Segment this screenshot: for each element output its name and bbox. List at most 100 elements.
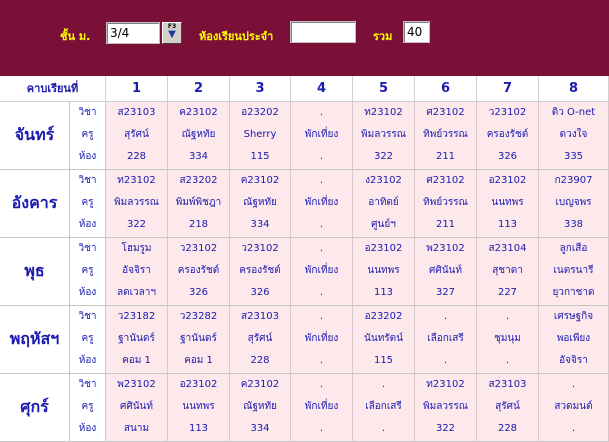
timetable-cell[interactable]: ท23102 พิมลวรรณ 322 [106,170,168,238]
timetable-cell[interactable]: . พักเที่ยง. [291,170,353,238]
timetable-cell[interactable]: . สวดมนต์. [539,374,609,442]
cell-subject: โฮมรูม [121,243,152,254]
timetable-grid: คาบเรียนที่ 1 2 3 4 5 6 7 8 จันทร์ วิชา ครู ห้อง ส231… [0,76,609,442]
timetable-cell[interactable]: โฮมรูม อัจจิรา ลดเวลาฯ [106,238,168,306]
cell-teacher: พักเที่ยง [304,197,339,208]
timetable-cell[interactable]: ส23103 สุรัศน์ 228 [230,306,291,374]
cell-teacher: ดวงใจ [559,129,588,140]
cell-room: 322 [126,219,147,230]
row-labels: วิชา ครู ห้อง [70,102,106,170]
total-field: 40 [403,21,430,43]
cell-subject: ส23202 [179,175,218,186]
timetable-cell[interactable]: ลูกเสือ เนตรนารี ยุวกาชาด [539,238,609,306]
cell-room: 113 [497,219,518,230]
row-label: ห้อง [78,355,97,366]
timetable-cell[interactable]: . ชุมนุม. [477,306,539,374]
cell-subject: ค23102 [240,175,280,186]
cell-teacher: นันทรัตน์ [364,333,403,344]
timetable-cell[interactable]: . พักเที่ยง. [291,306,353,374]
cell-room: 228 [497,423,518,434]
timetable-cell[interactable]: . พักเที่ยง. [291,102,353,170]
cell-teacher: ศศินันท์ [429,265,462,276]
cell-teacher: ฐานันดร์ [180,333,217,344]
cell-subject: ว23282 [179,311,218,322]
class-label: ชั้น ม. [60,30,91,43]
timetable-cell[interactable]: ส23104 สุชาดา 227 [477,238,539,306]
day-label: อังคาร [0,170,70,238]
row-label: วิชา [78,311,97,322]
timetable-cell[interactable]: . เลือกเสรี. [353,374,415,442]
row-label: วิชา [78,175,97,186]
timetable-cell[interactable]: . เลือกเสรี. [415,306,477,374]
timetable-cell[interactable]: อ23202 นันทรัตน์ 115 [353,306,415,374]
timetable-cell[interactable]: อ23202 Sherry 115 [230,102,291,170]
timetable-cell[interactable]: ส23103 สุรัศน์ 228 [477,374,539,442]
timetable-cell[interactable]: ว23182 ฐานันดร์ คอม 1 [106,306,168,374]
timetable-cell[interactable]: ค23102 ณัฐหทัย 334 [168,102,230,170]
cell-teacher: เลือกเสรี [365,401,402,412]
timetable-cell[interactable]: ว23282 ฐานันดร์ คอม 1 [168,306,230,374]
cell-room: 322 [373,151,394,162]
timetable-cell[interactable]: ส23202 พิมพ์พิชฎา 218 [168,170,230,238]
period-header-7: 7 [477,76,539,102]
timetable-cell[interactable]: ติว O-net ดวงใจ 335 [539,102,609,170]
timetable-cell[interactable]: อ23102 นนทพร 113 [477,170,539,238]
cell-teacher: สวดมนต์ [554,401,593,412]
timetable-cell[interactable]: . พักเที่ยง. [291,238,353,306]
timetable-cell[interactable]: ค23102 ณัฐหทัย 334 [230,374,291,442]
timetable-cell[interactable]: ส23103 สุรัศน์ 228 [106,102,168,170]
timetable-cell[interactable]: ก23907 เบญจพร 338 [539,170,609,238]
timetable-cell[interactable]: พ23102 ศศินันท์ 327 [415,238,477,306]
cell-room: 327 [435,287,456,298]
cell-subject: พ23102 [117,379,156,390]
class-input[interactable]: 3/4 [106,22,160,44]
cell-subject: อ23102 [179,379,218,390]
cell-subject: ส23103 [488,379,527,390]
cell-room: 115 [250,151,270,162]
cell-teacher: สุชาดา [492,265,523,276]
timetable-cell[interactable]: เศรษฐกิจ พอเพียง อัจจิรา [539,306,609,374]
timetable-cell[interactable]: . พักเที่ยง. [291,374,353,442]
cell-subject: อ23102 [364,243,403,254]
homeroom-input[interactable] [290,21,356,43]
timetable-cell[interactable]: ท23102 พิมลวรรณ 322 [415,374,477,442]
cell-subject: . [319,175,324,186]
cell-room: 227 [497,287,518,298]
cell-room: 115 [373,355,394,366]
timetable-cell[interactable]: ว23102 ครองรัชต์ 326 [477,102,539,170]
cell-subject: . [381,379,386,390]
class-lookup-button[interactable]: F3 ▼ [162,22,182,44]
cell-teacher: ทิพย์วรรณ [423,197,468,208]
cell-room: สนาม [123,423,150,434]
timetable-cell[interactable]: อ23102 นนทพร 113 [168,374,230,442]
row-label: ห้อง [78,151,97,162]
cell-room: . [381,423,386,434]
cell-teacher: ครองรัชต์ [177,265,220,276]
period-header-1: 1 [106,76,168,102]
cell-subject: ติว O-net [551,107,596,118]
timetable-cell[interactable]: ว23102 ครองรัชต์ 326 [230,238,291,306]
period-header-2: 2 [168,76,230,102]
timetable-cell[interactable]: พ23102 ศศินันท์ สนาม [106,374,168,442]
period-header-6: 6 [415,76,477,102]
cell-room: 326 [250,287,270,298]
cell-room: 113 [373,287,394,298]
cell-subject: ท23102 [426,379,465,390]
timetable-cell[interactable]: ค23102 ณัฐหทัย 334 [230,170,291,238]
timetable-cell[interactable]: ท23102 พิมลวรรณ 322 [353,102,415,170]
timetable-cell[interactable]: ศ23102 ทิพย์วรรณ 211 [415,102,477,170]
timetable-cell[interactable]: ว23102 ครองรัชต์ 326 [168,238,230,306]
timetable-cell[interactable]: ศ23102 ทิพย์วรรณ 211 [415,170,477,238]
cell-room: 218 [188,219,209,230]
cell-subject: ว23102 [488,107,527,118]
cell-teacher: ณัฐหทัย [243,401,277,412]
row-label: ครู [81,333,94,344]
cell-teacher: อาทิตย์ [368,197,399,208]
timetable-cell[interactable]: อ23102 นนทพร 113 [353,238,415,306]
cell-room: ยุวกาชาด [552,287,595,298]
cell-room: คอม 1 [122,355,151,366]
cell-teacher: ณัฐหทัย [243,197,277,208]
cell-room: 211 [435,151,456,162]
timetable-cell[interactable]: ง23102 อาทิตย์ ศูนย์ฯ [353,170,415,238]
row-labels: วิชา ครู ห้อง [70,374,106,442]
